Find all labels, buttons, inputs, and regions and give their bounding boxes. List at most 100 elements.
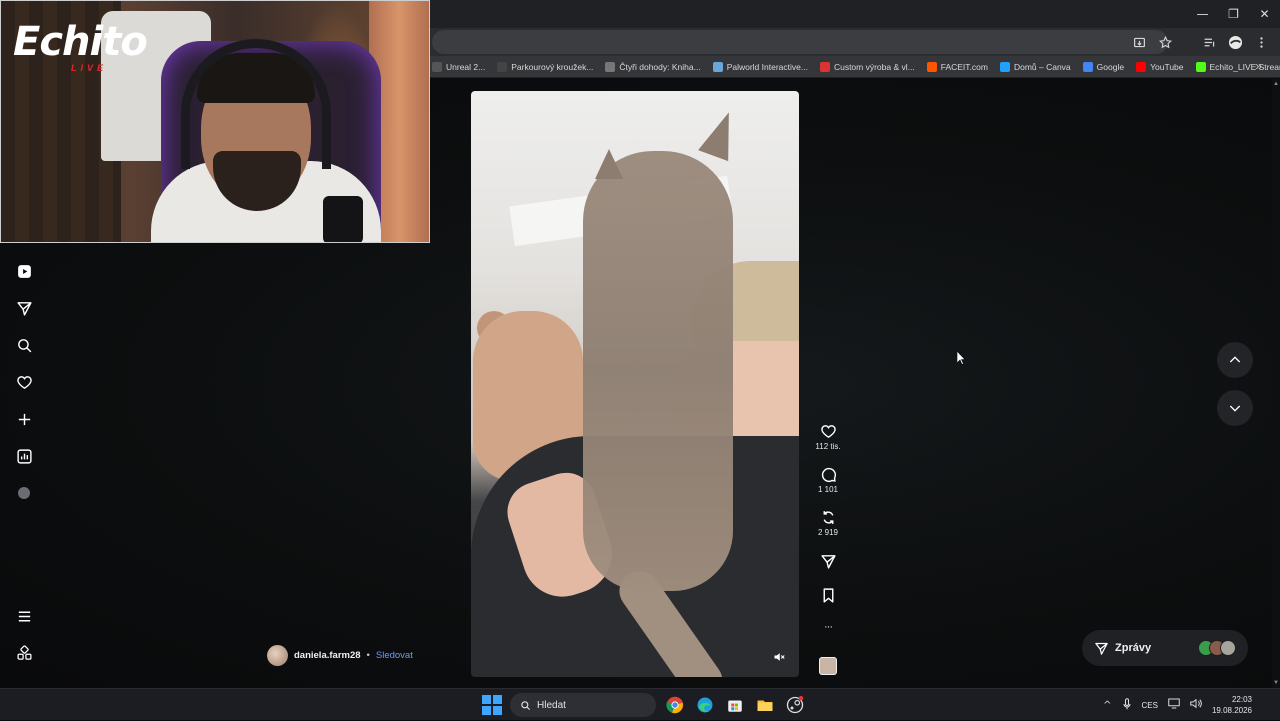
- media-control-icon[interactable]: [1198, 31, 1220, 53]
- kebab-menu-icon[interactable]: [1250, 31, 1272, 53]
- search-icon[interactable]: [12, 333, 36, 357]
- profile-icon[interactable]: [1224, 31, 1246, 53]
- messages-button[interactable]: Zprávy: [1082, 630, 1248, 666]
- taskbar-search[interactable]: Hledat: [510, 693, 656, 717]
- share-action[interactable]: [812, 553, 844, 570]
- save-action[interactable]: [812, 587, 844, 604]
- bookmark-label: Domů – Canva: [1014, 62, 1071, 72]
- bookmark-item[interactable]: Parkourový kroužek...: [497, 62, 593, 72]
- network-icon[interactable]: [1168, 698, 1180, 712]
- author-username[interactable]: daniela.farm28: [294, 650, 361, 661]
- bookmark-favicon-icon: [1000, 62, 1010, 72]
- steam-icon[interactable]: [784, 694, 806, 716]
- bookmark-favicon-icon: [1136, 62, 1146, 72]
- minimize-button[interactable]: —: [1187, 0, 1218, 28]
- bookmark-item[interactable]: Custom výroba & vl...: [820, 62, 915, 72]
- bookmark-favicon-icon: [1196, 62, 1206, 72]
- heart-icon[interactable]: [12, 370, 36, 394]
- more-action[interactable]: ···: [812, 619, 844, 633]
- start-button[interactable]: [482, 695, 502, 715]
- install-app-icon[interactable]: [1128, 31, 1150, 53]
- apps-icon[interactable]: [12, 641, 36, 665]
- page-scrollbar[interactable]: ▲ ▼: [1272, 79, 1280, 688]
- taskbar-apps: Hledat: [482, 693, 806, 717]
- bookmark-item[interactable]: YouTube: [1136, 62, 1183, 72]
- video-scene: [698, 107, 744, 161]
- video-scene: [595, 149, 623, 179]
- maximize-button[interactable]: ❐: [1218, 0, 1249, 28]
- bookmark-star-icon[interactable]: [1154, 31, 1176, 53]
- message-avatars: [1203, 640, 1236, 656]
- insights-icon[interactable]: [12, 444, 36, 468]
- bookmark-favicon-icon: [497, 62, 507, 72]
- bookmark-item[interactable]: Unreal 2...: [432, 62, 485, 72]
- bookmark-item[interactable]: FACEIT.com: [927, 62, 988, 72]
- repost-count: 2 919: [818, 528, 838, 537]
- chevron-down-icon: [1227, 400, 1243, 416]
- plus-icon[interactable]: [12, 407, 36, 431]
- echito-logo: Echito: [13, 19, 147, 65]
- address-bar[interactable]: [432, 30, 1168, 54]
- echito-logo-sub: LIVE: [71, 63, 107, 73]
- bookmark-item[interactable]: Palworld Interactive...: [713, 62, 808, 72]
- window-controls: — ❐ ✕: [1187, 0, 1280, 28]
- follow-button[interactable]: Sledovat: [376, 650, 413, 661]
- bookmark-item[interactable]: Čtyři dohody: Kniha...: [605, 62, 700, 72]
- system-tray: ^ CES 22:03 19.08.2026: [1103, 689, 1252, 721]
- bookmark-favicon-icon: [605, 62, 615, 72]
- scroll-down-icon[interactable]: ▼: [1273, 680, 1279, 686]
- webcam-scene: [323, 196, 363, 243]
- menu-icon[interactable]: [12, 604, 36, 628]
- bookmark-item[interactable]: Domů – Canva: [1000, 62, 1071, 72]
- repost-action[interactable]: 2 919: [812, 509, 844, 537]
- like-action[interactable]: 112 tis.: [812, 423, 844, 451]
- clock[interactable]: 22:03 19.08.2026: [1212, 694, 1252, 716]
- microphone-icon[interactable]: [1122, 698, 1132, 713]
- send-icon: [820, 553, 837, 570]
- like-count: 112 tis.: [815, 442, 840, 451]
- volume-icon[interactable]: [1190, 698, 1202, 712]
- bookmark-item[interactable]: Echito_LIVE Stream...: [1196, 62, 1280, 72]
- folder-icon[interactable]: [754, 694, 776, 716]
- windows-taskbar: Hledat ^ CES 22:03 19.08.202: [0, 688, 1280, 720]
- scroll-up-icon[interactable]: ▲: [1273, 81, 1279, 87]
- bookmark-favicon-icon: [1083, 62, 1093, 72]
- send-icon: [1094, 641, 1109, 656]
- reels-icon[interactable]: [12, 259, 36, 283]
- chevron-up-icon: [1227, 352, 1243, 368]
- bookmarks-list: Unreal 2... Parkourový kroužek... Čtyři do…: [432, 56, 1280, 78]
- bookmark-favicon-icon: [713, 62, 723, 72]
- edge-icon[interactable]: [694, 694, 716, 716]
- more-icon: ···: [824, 621, 832, 633]
- store-icon[interactable]: [724, 694, 746, 716]
- language-indicator[interactable]: CES: [1142, 701, 1158, 710]
- bookmark-label: FACEIT.com: [941, 62, 988, 72]
- bookmark-item[interactable]: Google: [1083, 62, 1124, 72]
- mute-icon[interactable]: [773, 651, 787, 665]
- clock-time: 22:03: [1232, 694, 1252, 705]
- bookmark-favicon-icon: [927, 62, 937, 72]
- author-avatar[interactable]: [267, 645, 288, 666]
- send-icon[interactable]: [12, 296, 36, 320]
- next-reel-button[interactable]: [1217, 390, 1253, 426]
- reel-video[interactable]: [471, 91, 799, 677]
- heart-icon: [820, 423, 837, 440]
- audio-thumbnail[interactable]: [819, 657, 837, 675]
- profile-avatar[interactable]: [12, 481, 36, 505]
- post-author: daniela.farm28 • Sledovat: [267, 645, 413, 666]
- clock-date: 19.08.2026: [1212, 705, 1252, 716]
- chrome-icon[interactable]: [664, 694, 686, 716]
- tray-expand-icon[interactable]: ^: [1103, 700, 1111, 711]
- close-button[interactable]: ✕: [1249, 0, 1280, 28]
- comment-action[interactable]: 1 101: [812, 466, 844, 494]
- video-scene: [583, 151, 733, 591]
- bookmarks-more-button[interactable]: »: [1255, 59, 1262, 73]
- messages-label: Zprávy: [1115, 642, 1151, 654]
- search-icon: [520, 700, 531, 711]
- search-placeholder: Hledat: [537, 700, 566, 711]
- previous-reel-button[interactable]: [1217, 342, 1253, 378]
- bookmark-label: Custom výroba & vl...: [834, 62, 915, 72]
- comment-count: 1 101: [818, 485, 838, 494]
- bookmark-label: Echito_LIVE Stream...: [1210, 62, 1280, 72]
- toolbar-icons: [1128, 28, 1272, 56]
